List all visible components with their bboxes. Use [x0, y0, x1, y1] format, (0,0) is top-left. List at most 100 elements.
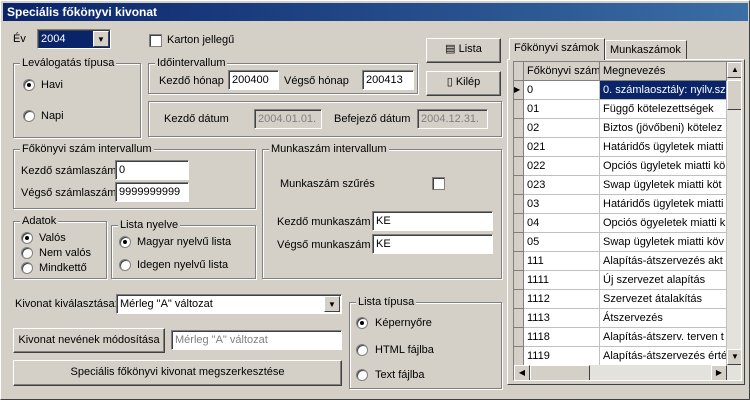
napi-radio[interactable]	[23, 110, 35, 122]
table-row[interactable]: 023 Swap ügyletek miatti köt	[514, 176, 741, 195]
lista-button[interactable]: ▤ Lista	[426, 38, 501, 63]
row-indicator[interactable]	[514, 290, 524, 309]
year-dropdown-icon[interactable]: ▼	[93, 31, 109, 47]
start-date-input[interactable]: 2004.01.01.	[254, 109, 322, 129]
cell-account-name[interactable]: Alapítás-átszerv. terven t	[600, 328, 727, 347]
havi-radio[interactable]	[23, 79, 35, 91]
cell-account-name[interactable]: Opciós ügyletek miatti kö	[600, 157, 727, 176]
row-indicator[interactable]	[514, 138, 524, 157]
mindketto-radio[interactable]	[21, 262, 33, 274]
scroll-up-icon[interactable]: ▲	[727, 62, 741, 78]
cell-account-number[interactable]: 03	[524, 195, 600, 214]
start-workno-input[interactable]: KE	[372, 211, 493, 231]
row-indicator[interactable]	[514, 328, 524, 347]
row-indicator[interactable]	[514, 309, 524, 328]
column-header-name[interactable]: Megnevezés	[600, 62, 727, 81]
row-indicator[interactable]	[514, 233, 524, 252]
text-radio[interactable]	[356, 369, 368, 381]
cell-account-number[interactable]: 1112	[524, 290, 600, 309]
row-indicator[interactable]	[514, 176, 524, 195]
kivonat-dropdown-icon[interactable]: ▼	[324, 296, 340, 312]
end-account-input[interactable]: 9999999999	[115, 182, 189, 202]
cell-account-name[interactable]: Swap ügyletek miatti köt	[600, 176, 727, 195]
munkaszam-filter-checkbox[interactable]	[432, 177, 445, 190]
row-indicator[interactable]	[514, 119, 524, 138]
cell-account-number[interactable]: 04	[524, 214, 600, 233]
cell-account-number[interactable]: 022	[524, 157, 600, 176]
scroll-down-icon[interactable]: ▼	[727, 349, 741, 365]
column-header-account[interactable]: Főkönyvi szám	[524, 62, 600, 81]
html-radio[interactable]	[356, 344, 368, 356]
cell-account-name[interactable]: 0. számlaosztály: nyilv.sz	[600, 81, 727, 100]
table-row[interactable]: 1111 Új szervezet alapítás	[514, 271, 741, 290]
row-pointer-icon[interactable]: ▶	[514, 81, 524, 100]
cell-account-name[interactable]: Alapítás-átszervezés akt	[600, 252, 727, 271]
cell-account-name[interactable]: Határidős ügyletek miatti	[600, 138, 727, 157]
cell-account-number[interactable]: 1119	[524, 347, 600, 366]
cell-account-number[interactable]: 1118	[524, 328, 600, 347]
table-row[interactable]: 1112 Szervezet átalakítás	[514, 290, 741, 309]
end-workno-input[interactable]: KE	[372, 234, 493, 254]
cell-account-name[interactable]: Határidős ügyletek miatti	[600, 195, 727, 214]
table-row[interactable]: 022 Opciós ügyletek miatti kö	[514, 157, 741, 176]
row-indicator[interactable]	[514, 100, 524, 119]
cell-account-number[interactable]: 023	[524, 176, 600, 195]
kivonat-select[interactable]: Mérleg "A" változat	[116, 294, 342, 314]
table-row[interactable]: 03 Határidős ügyletek miatti	[514, 195, 741, 214]
scroll-right-icon[interactable]: ▶	[711, 365, 727, 380]
tab-fokonyvi-szamok[interactable]: Főkönyvi számok	[509, 38, 605, 60]
cell-account-number[interactable]: 021	[524, 138, 600, 157]
table-row[interactable]: ▶ 0 0. számlaosztály: nyilv.sz	[514, 81, 741, 100]
vertical-scrollbar[interactable]: ▲ ▼	[727, 62, 741, 380]
cell-account-name[interactable]: Átszervezés	[600, 309, 727, 328]
row-indicator[interactable]	[514, 271, 524, 290]
end-month-input[interactable]: 200413	[362, 70, 414, 90]
nem-valos-radio[interactable]	[21, 247, 33, 259]
rename-input[interactable]: Mérleg "A" változat	[171, 330, 342, 350]
cell-account-name[interactable]: Biztos (jövőbeni) kötelez	[600, 119, 727, 138]
magyar-radio[interactable]	[119, 236, 131, 248]
table-row[interactable]: 01 Függő kötelezettségek	[514, 100, 741, 119]
cell-account-number[interactable]: 0	[524, 81, 600, 100]
cell-account-name[interactable]: Opciós ögyeletek miatti k	[600, 214, 727, 233]
table-row[interactable]: 02 Biztos (jövőbeni) kötelez	[514, 119, 741, 138]
scroll-thumb[interactable]	[727, 80, 741, 110]
cell-account-name[interactable]: Szervezet átalakítás	[600, 290, 727, 309]
kilep-button[interactable]: ▯ Kilép	[426, 71, 501, 96]
idegen-radio[interactable]	[119, 259, 131, 271]
cell-account-number[interactable]: 01	[524, 100, 600, 119]
cell-account-number[interactable]: 1111	[524, 271, 600, 290]
scroll-left-icon[interactable]: ◀	[514, 365, 530, 380]
row-indicator[interactable]	[514, 252, 524, 271]
cell-account-number[interactable]: 02	[524, 119, 600, 138]
cell-account-name[interactable]: Függő kötelezettségek	[600, 100, 727, 119]
table-row[interactable]: 05 Swap ügyletek miatti köv	[514, 233, 741, 252]
cell-account-number[interactable]: 05	[524, 233, 600, 252]
cell-account-name[interactable]: Alapítás-átszervezés érté	[600, 347, 727, 366]
table-row[interactable]: 111 Alapítás-átszervezés akt	[514, 252, 741, 271]
cell-account-number[interactable]: 111	[524, 252, 600, 271]
kepernyore-radio[interactable]	[356, 317, 368, 329]
table-row[interactable]: 1119 Alapítás-átszervezés érté	[514, 347, 741, 366]
hscroll-thumb[interactable]	[530, 365, 590, 380]
table-row[interactable]: 021 Határidős ügyletek miatti	[514, 138, 741, 157]
cell-account-name[interactable]: Új szervezet alapítás	[600, 271, 727, 290]
row-indicator[interactable]	[514, 347, 524, 366]
table-row[interactable]: 04 Opciós ögyeletek miatti k	[514, 214, 741, 233]
rename-button[interactable]: Kivonat nevének módosítása	[13, 328, 165, 353]
cell-account-name[interactable]: Swap ügyletek miatti köv	[600, 233, 727, 252]
table-row[interactable]: 1118 Alapítás-átszerv. terven t	[514, 328, 741, 347]
start-month-input[interactable]: 200400	[228, 70, 279, 90]
row-indicator[interactable]	[514, 195, 524, 214]
karton-checkbox[interactable]	[149, 34, 162, 47]
row-indicator[interactable]	[514, 157, 524, 176]
start-account-input[interactable]: 0	[115, 160, 189, 180]
end-date-input[interactable]: 2004.12.31.	[417, 109, 488, 129]
valos-radio[interactable]	[21, 232, 33, 244]
accounts-grid[interactable]: Főkönyvi szám Megnevezés ▶ 0 0. számlaoszt…	[513, 61, 742, 381]
table-row[interactable]: 1113 Átszervezés	[514, 309, 741, 328]
build-button[interactable]: Speciális főkönyvi kivonat megszerkeszté…	[13, 360, 342, 386]
cell-account-number[interactable]: 1113	[524, 309, 600, 328]
tab-munkaszamok[interactable]: Munkaszámok	[605, 40, 687, 60]
horizontal-scrollbar[interactable]: ◀ ▶	[514, 365, 727, 380]
